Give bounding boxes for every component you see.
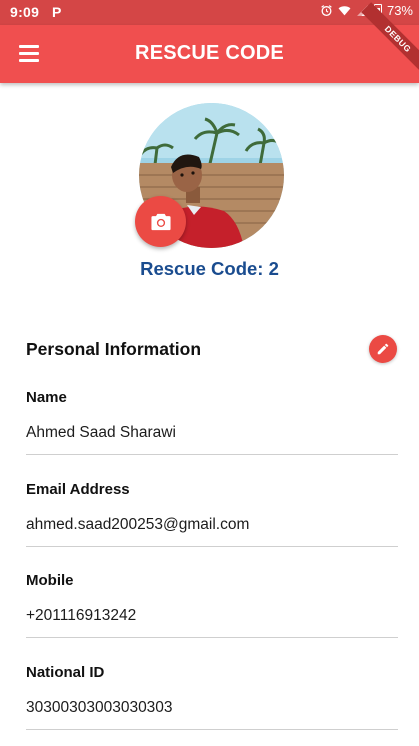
- field-label: Mobile: [26, 572, 74, 589]
- field-mobile: Mobile +201116913242: [26, 572, 398, 638]
- edit-personal-info-button[interactable]: [369, 335, 397, 363]
- field-name: Name Ahmed Saad Sharawi: [26, 389, 398, 455]
- edit-icon: [377, 343, 389, 355]
- field-label: National ID: [26, 664, 105, 681]
- field-label: Email Address: [26, 481, 130, 498]
- alarm-icon: [321, 5, 332, 17]
- field-national-id: National ID 30300303003030303: [26, 664, 398, 730]
- field-value: 30300303003030303: [26, 699, 173, 716]
- battery-percent: 73%: [386, 3, 413, 18]
- app-bar: RESCUE CODE: [0, 25, 419, 83]
- field-email-address: Email Address ahmed.saad200253@gmail.com: [26, 481, 398, 547]
- status-bar: 9:09 P 73%: [0, 0, 419, 25]
- section-title-personal-information: Personal Information: [26, 339, 202, 359]
- parking-app-icon: P: [52, 4, 62, 20]
- field-value: Ahmed Saad Sharawi: [26, 424, 176, 441]
- field-value: ahmed.saad200253@gmail.com: [26, 516, 250, 533]
- change-photo-button[interactable]: [135, 196, 186, 247]
- camera-icon: [150, 213, 171, 230]
- page-title: RESCUE CODE: [135, 42, 284, 64]
- field-label: Name: [26, 389, 67, 406]
- status-time: 9:09: [10, 4, 40, 20]
- rescue-code-label: Rescue Code: 2: [140, 258, 279, 279]
- wifi-icon: [338, 6, 351, 16]
- field-value: +201116913242: [26, 607, 137, 624]
